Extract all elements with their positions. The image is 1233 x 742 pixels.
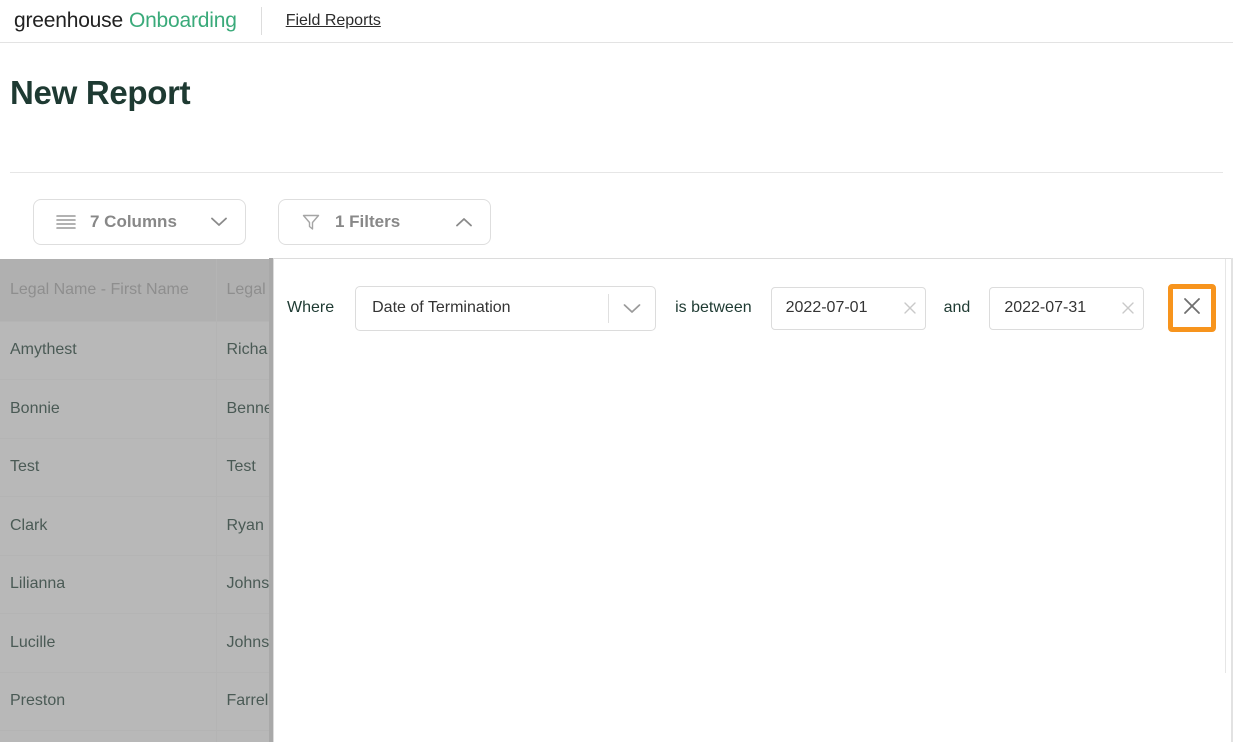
table-cell: Preston xyxy=(0,672,217,731)
table-cell: Test xyxy=(0,438,217,497)
filter-end-date-value: 2022-07-31 xyxy=(1004,299,1087,316)
nav-link-field-reports[interactable]: Field Reports xyxy=(286,12,381,30)
list-icon xyxy=(56,212,76,232)
columns-button-label: 7 Columns xyxy=(90,212,177,231)
filter-end-date-input[interactable]: 2022-07-31 xyxy=(989,286,1145,330)
nav-divider xyxy=(260,7,262,35)
filter-field-select[interactable]: Date of Termination xyxy=(355,285,657,331)
clear-icon[interactable] xyxy=(895,301,925,315)
table-header-cell[interactable]: Legal Name - First Name xyxy=(0,259,217,322)
close-icon xyxy=(1182,296,1202,321)
chevron-down-icon xyxy=(211,214,227,230)
table-cell: Lilianna xyxy=(0,555,217,614)
filter-row: Where Date of Termination is between 202… xyxy=(274,259,1225,332)
where-label: Where xyxy=(287,299,335,316)
brand-secondary-text: Onboarding xyxy=(128,9,237,32)
table-cell: Clark xyxy=(0,496,217,556)
filter-panel-body: Where Date of Termination is between 202… xyxy=(274,259,1226,673)
filter-panel: Where Date of Termination is between 202… xyxy=(273,258,1233,742)
funnel-icon xyxy=(301,212,321,232)
table-cell xyxy=(0,730,217,742)
table-cell: Bonnie xyxy=(0,379,217,439)
table-cell: Amythest xyxy=(0,321,217,380)
filter-and-label: and xyxy=(943,299,971,316)
columns-button[interactable]: 7 Columns xyxy=(33,199,246,245)
clear-icon[interactable] xyxy=(1113,301,1143,315)
filter-start-date-input[interactable]: 2022-07-01 xyxy=(770,286,926,330)
filters-button[interactable]: 1 Filters xyxy=(278,199,491,245)
report-toolbar: 7 Columns 1 Filters xyxy=(33,199,491,245)
remove-filter-button[interactable] xyxy=(1168,284,1217,332)
filter-operator-label: is between xyxy=(675,299,752,316)
page-title: New Report xyxy=(10,74,191,111)
top-navigation-bar: greenhouse Onboarding Field Reports xyxy=(0,0,1233,43)
chevron-down-icon xyxy=(609,303,655,314)
brand-logo[interactable]: greenhouse Onboarding xyxy=(0,9,237,33)
table-cell: Lucille xyxy=(0,613,217,673)
filter-field-value: Date of Termination xyxy=(372,299,511,316)
chevron-up-icon xyxy=(456,214,472,230)
title-divider xyxy=(10,172,1223,173)
filters-button-label: 1 Filters xyxy=(335,212,401,231)
filter-start-date-value: 2022-07-01 xyxy=(785,299,868,316)
brand-primary-text: greenhouse xyxy=(14,9,123,32)
